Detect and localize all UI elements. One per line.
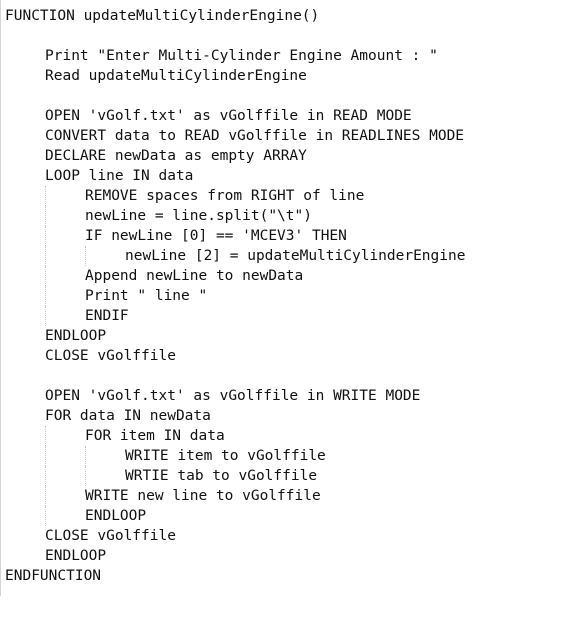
code-line-text: ENDIF — [85, 308, 129, 324]
code-line-text: OPEN 'vGolf.txt' as vGolffile in WRITE M… — [45, 388, 421, 404]
code-line: LOOP line IN data — [5, 166, 561, 186]
code-line: REMOVE spaces from RIGHT of line — [5, 186, 561, 206]
code-line-text: WRTIE tab to vGolffile — [125, 468, 318, 484]
code-line-text: ENDLOOP — [45, 548, 107, 564]
indent-guide — [45, 426, 46, 446]
code-line-text: WRITE new line to vGolffile — [85, 488, 321, 504]
code-line: ENDIF — [5, 306, 561, 326]
code-line-text: DECLARE newData as empty ARRAY — [45, 148, 307, 164]
indent-guide — [45, 506, 46, 526]
code-line-text: newLine = line.split("\t") — [85, 208, 312, 224]
code-line-text: ENDLOOP — [85, 508, 147, 524]
code-line-text: Print " line " — [85, 288, 208, 304]
code-line: ENDLOOP — [5, 506, 561, 526]
code-line: Print "Enter Multi-Cylinder Engine Amoun… — [5, 46, 561, 66]
code-line: Print " line " — [5, 286, 561, 306]
code-line: ENDLOOP — [5, 326, 561, 346]
code-line-text: FUNCTION updateMultiCylinderEngine() — [5, 8, 320, 24]
indent-guide — [45, 226, 46, 246]
code-line: FOR data IN newData — [5, 406, 561, 426]
code-line-text: Print "Enter Multi-Cylinder Engine Amoun… — [45, 48, 438, 64]
indent-guide — [45, 446, 46, 466]
code-line-text: FOR data IN newData — [45, 408, 211, 424]
code-line-text: CONVERT data to READ vGolffile in READLI… — [45, 128, 465, 144]
code-line-text: newLine [2] = updateMultiCylinderEngine — [125, 248, 466, 264]
code-line: CLOSE vGolffile — [5, 346, 561, 366]
code-line-text: REMOVE spaces from RIGHT of line — [85, 188, 365, 204]
code-line-text: ENDLOOP — [45, 328, 107, 344]
code-line: OPEN 'vGolf.txt' as vGolffile in READ MO… — [5, 106, 561, 126]
code-line-text: ENDFUNCTION — [5, 568, 102, 584]
code-line: CLOSE vGolffile — [5, 526, 561, 546]
code-line: DECLARE newData as empty ARRAY — [5, 146, 561, 166]
code-line-text: FOR item IN data — [85, 428, 225, 444]
code-line: WRTIE tab to vGolffile — [5, 466, 561, 486]
code-line: WRITE new line to vGolffile — [5, 486, 561, 506]
indent-guide — [45, 186, 46, 206]
code-line: WRITE item to vGolffile — [5, 446, 561, 466]
indent-guide — [45, 286, 46, 306]
indent-guide — [45, 266, 46, 286]
indent-guide — [45, 246, 46, 266]
code-line-text: IF newLine [0] == 'MCEV3' THEN — [85, 228, 347, 244]
code-editor[interactable]: FUNCTION updateMultiCylinderEngine() Pri… — [0, 0, 565, 596]
code-line-text: Read updateMultiCylinderEngine — [45, 68, 307, 84]
indent-guide — [45, 206, 46, 226]
code-line-text: OPEN 'vGolf.txt' as vGolffile in READ MO… — [45, 108, 412, 124]
code-body: FUNCTION updateMultiCylinderEngine() Pri… — [5, 6, 561, 586]
code-line-text: CLOSE vGolffile — [45, 348, 176, 364]
indent-guide — [85, 246, 86, 266]
code-line: Append newLine to newData — [5, 266, 561, 286]
code-line: Read updateMultiCylinderEngine — [5, 66, 561, 86]
indent-guide — [85, 446, 86, 466]
code-line: newLine [2] = updateMultiCylinderEngine — [5, 246, 561, 266]
indent-guide — [85, 466, 86, 486]
indent-guide — [45, 306, 46, 326]
indent-guide — [45, 466, 46, 486]
code-line: newLine = line.split("\t") — [5, 206, 561, 226]
indent-guide — [45, 486, 46, 506]
code-line: CONVERT data to READ vGolffile in READLI… — [5, 126, 561, 146]
code-line-text: WRITE item to vGolffile — [125, 448, 326, 464]
code-line: OPEN 'vGolf.txt' as vGolffile in WRITE M… — [5, 386, 561, 406]
code-line: ENDFUNCTION — [5, 566, 561, 586]
code-line: IF newLine [0] == 'MCEV3' THEN — [5, 226, 561, 246]
code-line: FOR item IN data — [5, 426, 561, 446]
code-line: FUNCTION updateMultiCylinderEngine() — [5, 6, 561, 26]
code-line-text: Append newLine to newData — [85, 268, 304, 284]
code-line-text: LOOP line IN data — [45, 168, 194, 184]
code-line-text: CLOSE vGolffile — [45, 528, 176, 544]
code-line: ENDLOOP — [5, 546, 561, 566]
